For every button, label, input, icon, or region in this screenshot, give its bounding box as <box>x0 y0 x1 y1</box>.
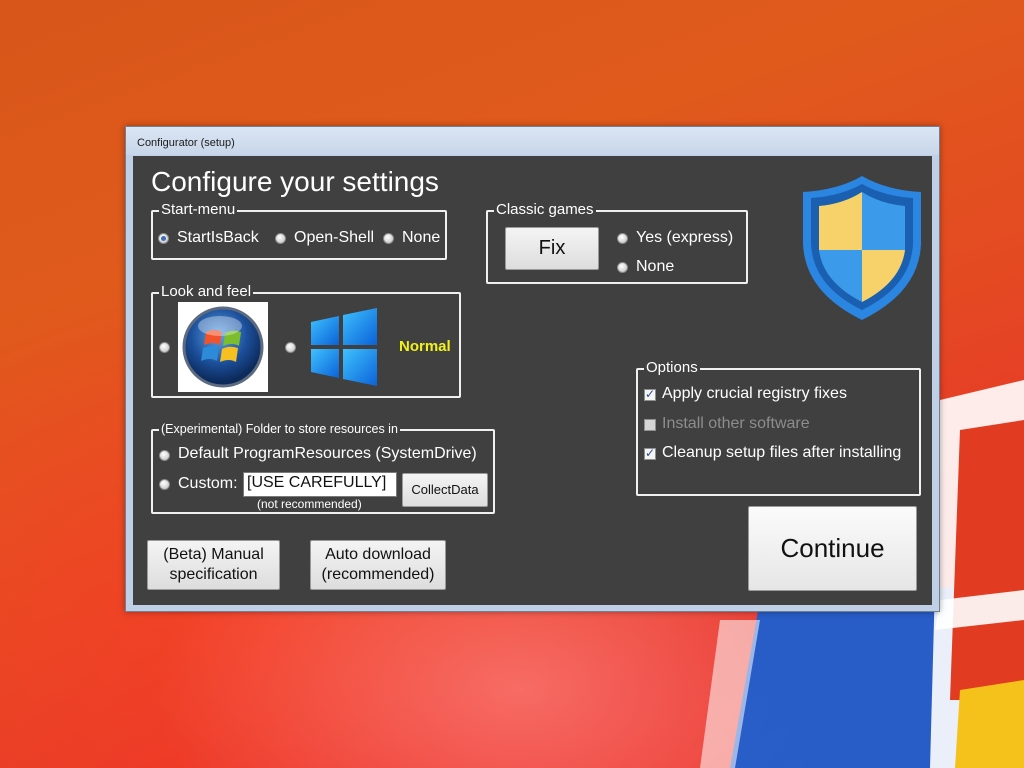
open-shell-label[interactable]: Open-Shell <box>294 229 374 247</box>
manual-button-line2: specification <box>169 566 258 583</box>
normal-label: Normal <box>399 338 451 355</box>
manual-specification-button[interactable]: (Beta) Manual specification <box>147 540 280 590</box>
fix-button[interactable]: Fix <box>505 227 599 270</box>
classic-games-legend: Classic games <box>494 201 596 219</box>
start-menu-none-label[interactable]: None <box>402 229 440 247</box>
open-shell-radio[interactable] <box>275 233 286 244</box>
custom-folder-input[interactable]: [USE CAREFULLY] <box>243 472 397 497</box>
auto-button-line2: (recommended) <box>321 566 435 583</box>
registry-fixes-checkbox[interactable] <box>644 387 656 401</box>
resource-folder-legend: (Experimental) Folder to store resources… <box>159 420 400 438</box>
window-title: Configurator (setup) <box>137 137 235 149</box>
startisback-label[interactable]: StartIsBack <box>177 229 259 247</box>
start-menu-legend: Start-menu <box>159 201 238 219</box>
manual-button-line1: (Beta) Manual <box>163 546 264 563</box>
look-and-feel-group: Look and feel Normal <box>151 283 461 398</box>
collect-data-button[interactable]: CollectData <box>402 473 488 507</box>
start-menu-none-radio[interactable] <box>383 233 394 244</box>
uac-shield-icon <box>803 176 921 320</box>
cleanup-checkbox[interactable] <box>644 446 656 460</box>
folder-custom-radio[interactable] <box>159 479 170 490</box>
games-yes-label[interactable]: Yes (express) <box>636 229 733 247</box>
folder-default-label[interactable]: Default ProgramResources (SystemDrive) <box>178 445 477 463</box>
options-group: Options Apply crucial registry fixes Ins… <box>636 359 921 496</box>
folder-custom-label[interactable]: Custom: <box>178 475 238 493</box>
registry-fixes-label[interactable]: Apply crucial registry fixes <box>662 385 847 403</box>
cleanup-label[interactable]: Cleanup setup files after installing <box>662 444 901 462</box>
options-legend: Options <box>644 359 700 377</box>
folder-default-radio[interactable] <box>159 450 170 461</box>
page-title: Configure your settings <box>151 166 439 197</box>
other-software-label[interactable]: Install other software <box>662 415 810 433</box>
title-bar[interactable]: Configurator (setup) <box>126 127 939 155</box>
look-win11-radio[interactable] <box>285 342 296 353</box>
games-yes-radio[interactable] <box>617 233 628 244</box>
auto-download-button[interactable]: Auto download (recommended) <box>310 540 446 590</box>
configurator-window: Configurator (setup) Configure your sett… <box>125 126 940 612</box>
windows-7-orb-icon[interactable] <box>178 302 268 392</box>
continue-button[interactable]: Continue <box>748 506 917 591</box>
classic-games-group: Classic games Fix Yes (express) None <box>486 201 748 284</box>
look-and-feel-legend: Look and feel <box>159 283 254 301</box>
games-none-radio[interactable] <box>617 262 628 273</box>
games-none-label[interactable]: None <box>636 258 674 276</box>
start-menu-group: Start-menu StartIsBack Open-Shell None <box>151 201 447 260</box>
not-recommended-note: (not recommended) <box>257 497 362 511</box>
windows-11-logo-icon[interactable] <box>303 302 383 392</box>
other-software-checkbox[interactable] <box>644 419 656 431</box>
auto-button-line1: Auto download <box>325 546 431 563</box>
resource-folder-group: (Experimental) Folder to store resources… <box>151 420 495 514</box>
window-client-area: Configure your settings Start-menu Start… <box>133 156 932 605</box>
startisback-radio[interactable] <box>158 233 169 244</box>
look-win7-radio[interactable] <box>159 342 170 353</box>
